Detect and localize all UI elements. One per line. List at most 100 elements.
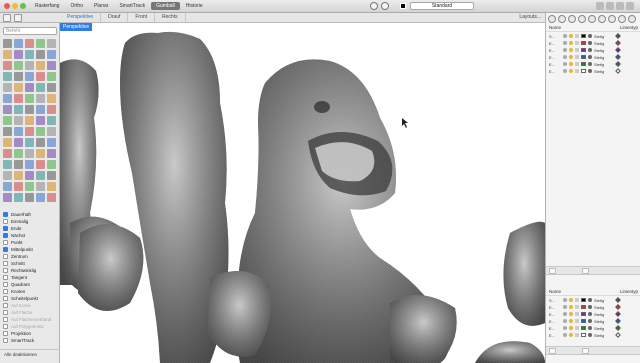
current-layer-icon[interactable] (563, 298, 567, 302)
layer-row[interactable]: E... Stetig (546, 47, 640, 53)
render-icon[interactable] (578, 15, 586, 23)
disable-all-button[interactable]: Alle deaktivieren (0, 349, 60, 359)
expand-icon[interactable] (626, 2, 634, 10)
print-color-icon[interactable] (615, 325, 621, 331)
tool-button-icon[interactable] (47, 72, 56, 81)
material-icon[interactable] (588, 333, 592, 337)
layer-color-swatch[interactable] (581, 62, 586, 66)
visibility-bulb-icon[interactable] (569, 69, 573, 73)
current-layer-icon[interactable] (563, 48, 567, 52)
checkbox-icon[interactable] (3, 233, 8, 238)
layer-color-swatch[interactable] (400, 3, 406, 9)
visibility-bulb-icon[interactable] (569, 326, 573, 330)
material-icon[interactable] (588, 305, 592, 309)
tool-button-icon[interactable] (36, 72, 45, 81)
tool-button-icon[interactable] (47, 193, 56, 202)
tool-button-icon[interactable] (14, 39, 23, 48)
tool-button-icon[interactable] (36, 193, 45, 202)
tool-button-icon[interactable] (25, 193, 34, 202)
viewport-label[interactable]: Perspektive (60, 23, 93, 31)
current-layer-icon[interactable] (563, 312, 567, 316)
osnap-item[interactable]: Dauerhaft (3, 211, 59, 218)
tool-button-icon[interactable] (3, 160, 12, 169)
osnap-item[interactable]: Schnitt (3, 260, 59, 267)
material-icon[interactable] (588, 69, 592, 73)
print-color-icon[interactable] (615, 61, 621, 67)
layer-row[interactable]: E... Stetig (546, 68, 640, 74)
tool-button-icon[interactable] (14, 105, 23, 114)
osnap-item[interactable]: Rechtwinklig (3, 267, 59, 274)
tool-button-icon[interactable] (47, 105, 56, 114)
linetype-label[interactable]: Stetig (594, 326, 612, 331)
sidebar-left-icon[interactable] (596, 2, 604, 10)
linetype-label[interactable]: Stetig (594, 62, 612, 67)
tool-button-icon[interactable] (25, 61, 34, 70)
lock-icon[interactable] (575, 69, 579, 73)
print-color-icon[interactable] (615, 68, 621, 74)
linetype-label[interactable]: Stetig (594, 333, 612, 338)
layer-dropdown[interactable]: Standard (410, 2, 474, 10)
lock-icon[interactable] (575, 312, 579, 316)
tool-button-icon[interactable] (25, 160, 34, 169)
tool-button-icon[interactable] (25, 50, 34, 59)
tool-button-icon[interactable] (36, 149, 45, 158)
lock-icon[interactable] (575, 62, 579, 66)
visibility-bulb-icon[interactable] (569, 48, 573, 52)
osnap-item[interactable]: Mittelpunkt (3, 246, 59, 253)
checkbox-icon[interactable] (3, 219, 8, 224)
undo-icon[interactable] (370, 2, 378, 10)
tool-button-icon[interactable] (3, 127, 12, 136)
osnap-item[interactable]: Zentrum (3, 253, 59, 260)
tool-button-icon[interactable] (3, 72, 12, 81)
environment-icon[interactable] (598, 15, 606, 23)
lock-icon[interactable] (575, 305, 579, 309)
visibility-bulb-icon[interactable] (569, 34, 573, 38)
lock-icon[interactable] (575, 333, 579, 337)
notes-icon[interactable] (618, 15, 626, 23)
tool-button-icon[interactable] (25, 127, 34, 136)
layer-row[interactable]: E... Stetig (546, 40, 640, 46)
current-layer-icon[interactable] (563, 62, 567, 66)
osnap-item[interactable]: SmartTrack (3, 337, 59, 344)
current-layer-icon[interactable] (563, 305, 567, 309)
tool-button-icon[interactable] (25, 149, 34, 158)
print-color-icon[interactable] (615, 33, 621, 39)
layer-color-swatch[interactable] (581, 69, 586, 73)
visibility-bulb-icon[interactable] (569, 312, 573, 316)
current-layer-icon[interactable] (563, 55, 567, 59)
material-icon[interactable] (588, 41, 592, 45)
osnap-item[interactable]: Punkt (3, 239, 59, 246)
visibility-bulb-icon[interactable] (569, 305, 573, 309)
add-layer-icon[interactable] (549, 348, 556, 354)
osnap-item[interactable]: Nächst (3, 232, 59, 239)
checkbox-icon[interactable] (3, 254, 8, 259)
osnap-item[interactable]: Knoten (3, 288, 59, 295)
current-layer-icon[interactable] (563, 69, 567, 73)
display-icon[interactable] (568, 15, 576, 23)
checkbox-icon[interactable] (3, 261, 8, 266)
checkbox-icon[interactable] (3, 275, 8, 280)
tool-button-icon[interactable] (36, 61, 45, 70)
layer-color-swatch[interactable] (581, 319, 586, 323)
layer-row[interactable]: E... Stetig (546, 61, 640, 67)
material-icon[interactable] (588, 319, 592, 323)
layer-row[interactable]: E... Stetig (546, 318, 640, 324)
osnap-item[interactable]: Projektion (3, 330, 59, 337)
sidebar-right-icon[interactable] (606, 2, 614, 10)
settings-icon[interactable] (628, 15, 636, 23)
layers-icon[interactable] (548, 15, 556, 23)
visibility-bulb-icon[interactable] (569, 319, 573, 323)
tool-button-icon[interactable] (14, 127, 23, 136)
tab-drauf[interactable]: Drauf (101, 13, 129, 22)
tool-button-icon[interactable] (36, 105, 45, 114)
tool-button-icon[interactable] (47, 149, 56, 158)
light-icon[interactable] (588, 15, 596, 23)
redo-icon[interactable] (381, 2, 389, 10)
layer-row[interactable]: E... Stetig (546, 332, 640, 338)
tool-button-icon[interactable] (3, 116, 12, 125)
tool-button-icon[interactable] (47, 94, 56, 103)
tool-button-icon[interactable] (25, 39, 34, 48)
lock-icon[interactable] (575, 48, 579, 52)
tool-button-icon[interactable] (3, 182, 12, 191)
linetype-label[interactable]: Stetig (594, 69, 612, 74)
